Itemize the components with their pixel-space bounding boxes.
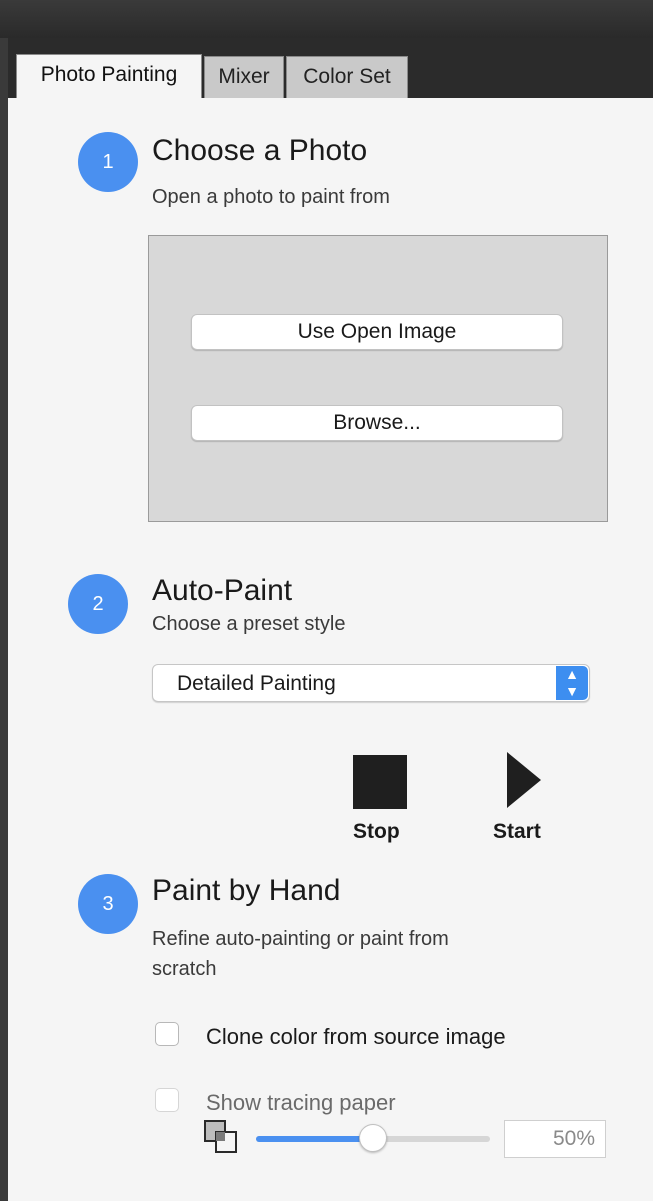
- tracing-paper-checkbox[interactable]: [155, 1088, 179, 1112]
- opacity-value-field[interactable]: 50%: [504, 1120, 606, 1158]
- opacity-slider-thumb[interactable]: [359, 1124, 387, 1152]
- preset-style-value: Detailed Painting: [177, 672, 336, 695]
- opacity-slider-fill: [256, 1136, 373, 1142]
- clone-color-label[interactable]: Clone color from source image: [206, 1024, 506, 1050]
- tracing-paper-label[interactable]: Show tracing paper: [206, 1090, 396, 1116]
- preset-style-select[interactable]: Detailed Painting ▲ ▼: [152, 664, 590, 702]
- stop-icon[interactable]: [353, 755, 407, 809]
- photo-source-box: [148, 235, 608, 522]
- chevron-up-down-icon[interactable]: ▲ ▼: [556, 666, 588, 700]
- step-1-subtitle: Open a photo to paint from: [152, 186, 390, 208]
- step-3-badge: 3: [78, 874, 138, 934]
- step-3-subtitle-line2: scratch: [152, 958, 217, 980]
- window-titlebar: [0, 0, 653, 38]
- opacity-icon: [204, 1120, 237, 1153]
- step-1-title: Choose a Photo: [152, 134, 368, 167]
- step-2-title: Auto-Paint: [152, 574, 293, 607]
- step-2-subtitle: Choose a preset style: [152, 613, 346, 635]
- step-3-subtitle-line1: Refine auto-painting or paint from: [152, 928, 449, 950]
- stop-label[interactable]: Stop: [353, 820, 400, 844]
- browse-button[interactable]: Browse...: [191, 405, 563, 441]
- step-1-badge: 1: [78, 132, 138, 192]
- window-left-edge: [0, 38, 8, 1201]
- clone-color-checkbox[interactable]: [155, 1022, 179, 1046]
- tab-mixer[interactable]: Mixer: [204, 56, 284, 98]
- use-open-image-button[interactable]: Use Open Image: [191, 314, 563, 350]
- tab-color-set[interactable]: Color Set: [286, 56, 408, 98]
- tab-photo-painting[interactable]: Photo Painting: [16, 54, 202, 100]
- step-2-badge: 2: [68, 574, 128, 634]
- step-3-title: Paint by Hand: [152, 874, 341, 907]
- play-icon[interactable]: [507, 752, 541, 808]
- start-label[interactable]: Start: [493, 820, 541, 844]
